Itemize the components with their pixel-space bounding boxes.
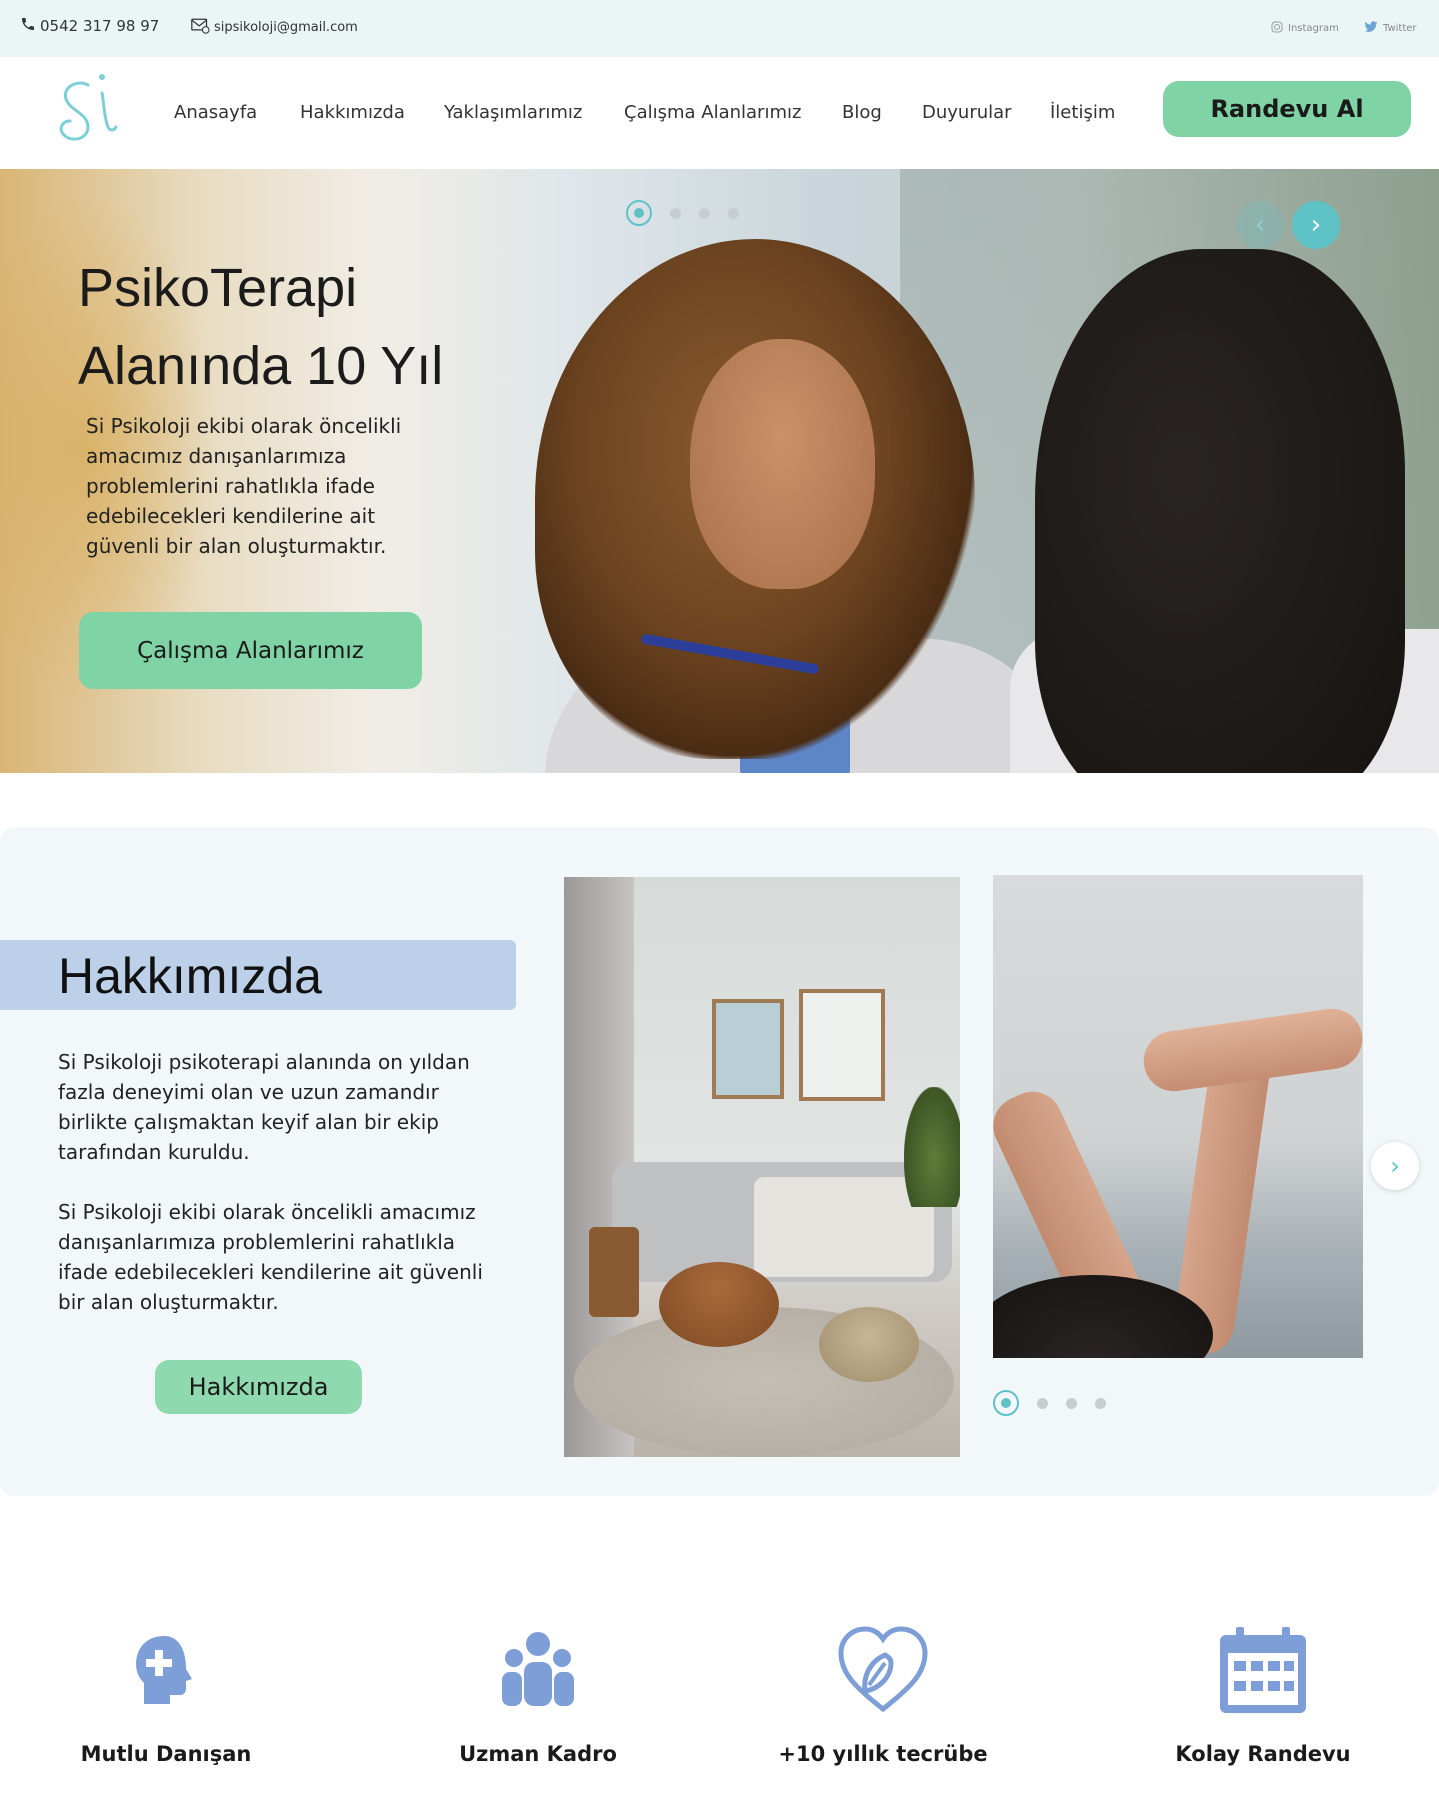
nav-item-calisma-alanlarimiz[interactable]: Çalışma Alanlarımız xyxy=(624,102,801,123)
twitter-link[interactable]: Twitter xyxy=(1364,21,1417,36)
therapy-room-photo xyxy=(564,877,960,1457)
nav-item-anasayfa[interactable]: Anasayfa xyxy=(174,102,257,123)
chevron-right-icon: › xyxy=(1390,1152,1400,1180)
about-paragraph-1: Si Psikoloji psikoterapi alanında on yıl… xyxy=(58,1050,470,1164)
feature-label: Uzman Kadro xyxy=(459,1742,617,1766)
hero-title-line1: PsikoTerapi xyxy=(78,258,358,318)
feature-label: +10 yıllık tecrübe xyxy=(778,1742,988,1766)
hero-dot-4[interactable] xyxy=(728,207,739,219)
hero-areas-button[interactable]: Çalışma Alanlarımız xyxy=(79,612,422,689)
nav-item-hakkimizda[interactable]: Hakkımızda xyxy=(300,102,405,123)
hero-title-line2: Alanında 10 Yıl xyxy=(78,336,444,396)
about-dot-3[interactable] xyxy=(1066,1397,1077,1409)
feature-happy-clients: Mutlu Danışan xyxy=(36,1620,296,1766)
about-slider-dots xyxy=(993,1390,1106,1416)
hero-description: Si Psikoloji ekibi olarak öncelikli amac… xyxy=(86,414,402,558)
about-next-button[interactable]: › xyxy=(1371,1142,1419,1190)
mail-icon xyxy=(190,16,210,38)
stretching-hands-photo xyxy=(993,875,1363,1358)
nav-item-iletisim[interactable]: İletişim xyxy=(1050,102,1115,123)
hero-slider-dots xyxy=(626,200,739,226)
instagram-label: Instagram xyxy=(1288,23,1339,34)
hero-title: PsikoTerapi Alanında 10 Yıl xyxy=(78,249,498,405)
twitter-icon xyxy=(1364,21,1378,36)
hero-dot-1[interactable] xyxy=(626,200,652,226)
hero-dot-3[interactable] xyxy=(699,207,710,219)
feature-label: Mutlu Danışan xyxy=(80,1742,252,1766)
site-logo[interactable] xyxy=(50,63,140,153)
feature-experience: +10 yıllık tecrübe xyxy=(753,1620,1013,1766)
about-dot-1[interactable] xyxy=(993,1390,1019,1416)
nav-item-duyurular[interactable]: Duyurular xyxy=(922,102,1012,123)
hero-therapist-face xyxy=(690,339,875,589)
feature-easy-appointment: Kolay Randevu xyxy=(1133,1620,1393,1766)
coffee-table xyxy=(659,1262,779,1347)
phone-link[interactable]: 0542 317 98 97 xyxy=(20,16,159,36)
feature-label: Kolay Randevu xyxy=(1175,1742,1351,1766)
head-plus-icon xyxy=(36,1620,296,1720)
instagram-link[interactable]: Instagram xyxy=(1271,21,1339,36)
phone-icon xyxy=(20,16,36,36)
about-paragraph-2: Si Psikoloji ekibi olarak öncelikli amac… xyxy=(58,1200,483,1314)
pouf xyxy=(819,1307,919,1382)
group-icon xyxy=(408,1620,668,1720)
about-dot-4[interactable] xyxy=(1095,1397,1106,1409)
nav-item-yaklasimlarimiz[interactable]: Yaklaşımlarımız xyxy=(444,102,582,123)
instagram-icon xyxy=(1271,21,1283,36)
about-title: Hakkımızda xyxy=(58,948,322,1004)
heart-leaf-icon xyxy=(753,1620,1013,1720)
appointment-button[interactable]: Randevu Al xyxy=(1163,81,1411,137)
email-link[interactable]: sipsikoloji@gmail.com xyxy=(190,16,358,38)
hero-slider: PsikoTerapi Alanında 10 Yıl Si Psikoloji… xyxy=(0,169,1439,773)
plant xyxy=(904,1087,960,1207)
email-address: sipsikoloji@gmail.com xyxy=(214,19,358,35)
hero-next-button[interactable]: › xyxy=(1292,201,1340,249)
chevron-right-icon: › xyxy=(1310,210,1322,240)
wall-frame-left xyxy=(712,999,784,1099)
feature-expert-team: Uzman Kadro xyxy=(408,1620,668,1766)
twitter-label: Twitter xyxy=(1383,23,1417,34)
phone-number: 0542 317 98 97 xyxy=(40,17,160,35)
about-dot-2[interactable] xyxy=(1037,1397,1048,1409)
calendar-icon xyxy=(1133,1620,1393,1720)
about-button[interactable]: Hakkımızda xyxy=(155,1360,362,1414)
top-contact-bar: 0542 317 98 97 sipsikoloji@gmail.com Ins… xyxy=(0,0,1439,57)
about-section: Hakkımızda Si Psikoloji psikoterapi alan… xyxy=(0,827,1439,1496)
hero-client-hair xyxy=(1035,249,1405,773)
wall-frame-right xyxy=(799,989,885,1101)
chevron-left-icon: ‹ xyxy=(1254,210,1266,240)
si-logo-mark xyxy=(59,74,118,141)
nav-item-blog[interactable]: Blog xyxy=(842,102,882,123)
hero-prev-button[interactable]: ‹ xyxy=(1236,201,1284,249)
hero-dot-2[interactable] xyxy=(670,207,681,219)
side-table xyxy=(589,1227,639,1317)
